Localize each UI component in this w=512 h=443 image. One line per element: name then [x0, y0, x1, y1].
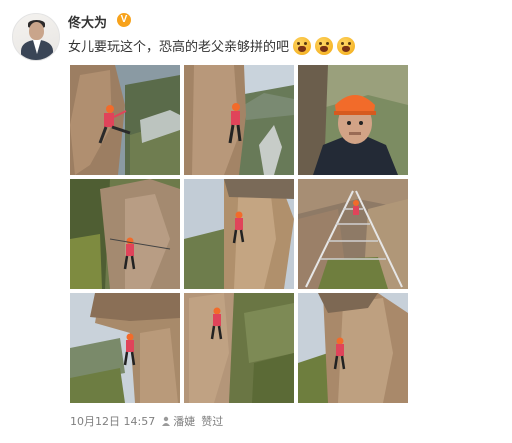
photo-4[interactable] — [70, 179, 180, 289]
user-icon — [162, 416, 171, 426]
post-text: 女儿要玩这个，恐高的老父亲够拼的吧 — [68, 40, 290, 55]
photo-6-image — [298, 179, 408, 289]
liked-label: 赞过 — [201, 415, 224, 428]
liker-name[interactable]: 潘婕 — [173, 415, 195, 428]
photo-2[interactable] — [184, 65, 294, 175]
photo-8[interactable] — [184, 293, 294, 403]
scared-face-emoji-icon — [315, 37, 334, 55]
photo-5[interactable] — [184, 179, 294, 289]
post-footer: 10月12日 14:57 潘婕 赞过 — [70, 413, 229, 429]
post-timestamp[interactable]: 10月12日 14:57 — [70, 415, 155, 428]
photo-2-image — [184, 65, 294, 175]
user-avatar[interactable] — [12, 13, 60, 61]
scared-face-emoji-icon — [337, 37, 356, 55]
photo-3-image — [298, 65, 408, 175]
photo-6[interactable] — [298, 179, 408, 289]
avatar-face — [29, 22, 44, 40]
post-text-line: 女儿要玩这个，恐高的老父亲够拼的吧 — [68, 37, 356, 57]
photo-9[interactable] — [298, 293, 408, 403]
photo-1-image — [70, 65, 180, 175]
verified-badge-icon: V — [117, 13, 131, 27]
photo-4-image — [70, 179, 180, 289]
photo-1[interactable] — [70, 65, 180, 175]
photo-5-image — [184, 179, 294, 289]
photo-9-image — [298, 293, 408, 403]
photo-8-image — [184, 293, 294, 403]
photo-7-image — [70, 293, 180, 403]
scared-face-emoji-icon — [293, 37, 312, 55]
photo-grid — [70, 65, 408, 403]
photo-7[interactable] — [70, 293, 180, 403]
username[interactable]: 佟大为 — [68, 12, 107, 31]
photo-3[interactable] — [298, 65, 408, 175]
